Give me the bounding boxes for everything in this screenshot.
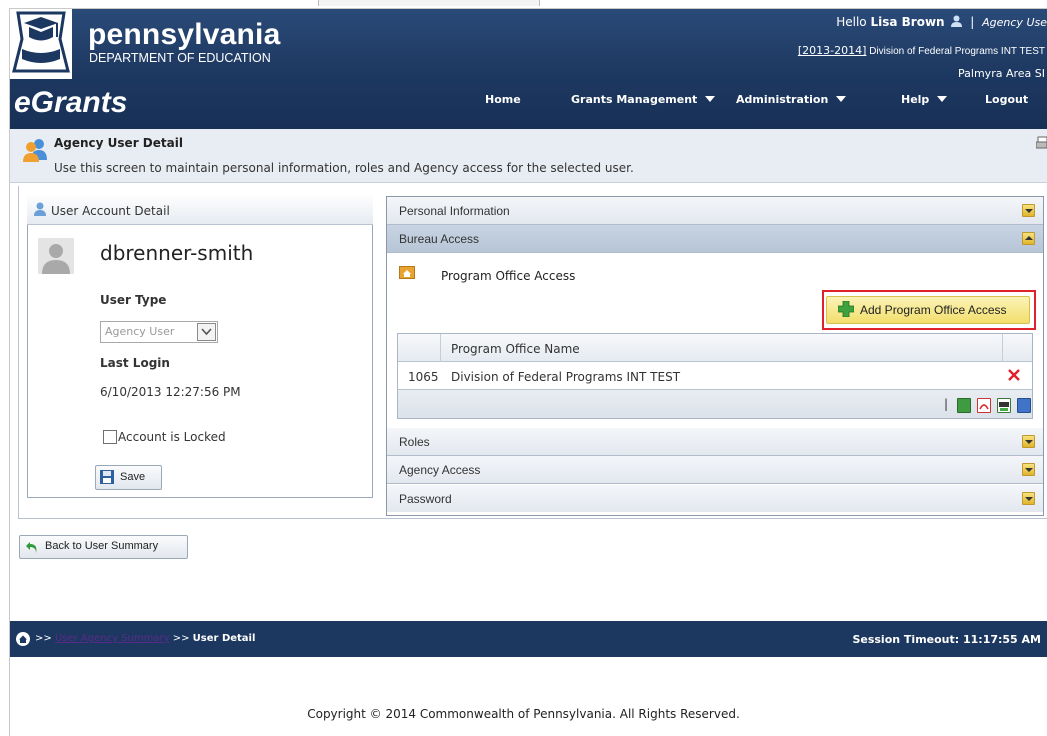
- plus-icon: [837, 300, 855, 318]
- fiscal-year-link[interactable]: [2013-2014]: [798, 44, 867, 57]
- expand-icon[interactable]: [1022, 435, 1035, 448]
- district-name: Palmyra Area SI: [958, 67, 1045, 80]
- export-csv-icon[interactable]: [997, 398, 1011, 413]
- avatar: [38, 238, 74, 274]
- session-timeout: Session Timeout: 11:17:55 AM: [852, 633, 1041, 646]
- greeting-separator: |: [970, 15, 975, 29]
- account-locked-label: Account is Locked: [118, 430, 226, 444]
- save-button-label: Save: [120, 471, 146, 483]
- account-locked-checkbox[interactable]: [103, 430, 117, 444]
- user-type-value: Agency User: [105, 325, 175, 338]
- accordion-agency-label: Agency Access: [399, 463, 481, 477]
- chevron-down-icon: [705, 96, 716, 102]
- export-word-icon[interactable]: [1017, 398, 1031, 413]
- program-office-access-title: Program Office Access: [441, 269, 576, 283]
- back-arrow-icon: [25, 540, 39, 554]
- home-folder-icon: [399, 266, 415, 279]
- user-type-label: User Type: [100, 293, 167, 307]
- division-info: [2013-2014] Division of Federal Programs…: [798, 44, 1045, 57]
- expand-icon[interactable]: [1022, 204, 1035, 217]
- breadcrumb: >> User Agency Summary >> User Detail: [35, 633, 255, 644]
- chevron-down-icon: [937, 96, 948, 102]
- last-login-value: 6/10/2013 12:27:56 PM: [100, 385, 241, 399]
- add-program-office-access-label: Add Program Office Access: [860, 303, 1007, 317]
- nav-grants-management[interactable]: Grants Management: [571, 93, 716, 106]
- nav-logout[interactable]: Logout: [985, 93, 1028, 106]
- nav-admin-label: Administration: [736, 93, 829, 106]
- export-excel-icon[interactable]: [957, 398, 971, 413]
- collapse-icon[interactable]: [1022, 232, 1035, 245]
- chevron-down-icon[interactable]: [197, 323, 216, 341]
- nav-home[interactable]: Home: [485, 93, 521, 106]
- grid-footer: [398, 389, 1032, 418]
- accordion-agency-access[interactable]: Agency Access: [387, 456, 1043, 484]
- logo-wordmark: pennsylvania: [88, 18, 281, 51]
- row-id: 1065: [408, 370, 439, 384]
- user-account-panel-title: User Account Detail: [51, 204, 170, 218]
- browser-left-edge: [0, 8, 10, 736]
- nav-home-label: Home: [485, 93, 521, 106]
- last-login-label: Last Login: [100, 356, 170, 370]
- user-greeting: Hello Lisa Brown | Agency Use: [836, 15, 1047, 29]
- row-name: Division of Federal Programs INT TEST: [451, 370, 681, 384]
- expand-icon[interactable]: [1022, 463, 1035, 476]
- column-header-program-office-name[interactable]: Program Office Name: [451, 342, 580, 356]
- breadcrumb-current: User Detail: [192, 633, 256, 644]
- floppy-icon: [100, 470, 114, 484]
- nav-grants-label: Grants Management: [571, 93, 698, 106]
- keystone-logo[interactable]: [10, 9, 72, 79]
- division-name: Division of Federal Programs INT TEST: [869, 46, 1045, 57]
- table-row: 1065 Division of Federal Programs INT TE…: [398, 362, 1032, 389]
- accordion-personal-information[interactable]: Personal Information: [387, 197, 1043, 225]
- accordion-bureau-label: Bureau Access: [399, 232, 480, 246]
- nav-logout-label: Logout: [985, 93, 1029, 106]
- page-description: Use this screen to maintain personal inf…: [54, 161, 634, 175]
- delete-icon[interactable]: [1007, 368, 1021, 382]
- expand-icon[interactable]: [1022, 492, 1035, 505]
- users-icon: [23, 138, 49, 162]
- breadcrumb-separator: >>: [172, 633, 190, 644]
- export-pdf-icon[interactable]: [977, 398, 991, 413]
- browser-tab[interactable]: [318, 0, 540, 6]
- nav-administration[interactable]: Administration: [736, 93, 847, 106]
- breadcrumb-link-user-agency-summary[interactable]: User Agency Summary: [55, 633, 170, 644]
- accordion-personal-label: Personal Information: [399, 204, 510, 218]
- back-to-user-summary-button[interactable]: Back to User Summary: [19, 535, 188, 559]
- accordion-password[interactable]: Password: [387, 485, 1043, 512]
- greeting-prefix: Hello: [836, 15, 867, 29]
- home-icon[interactable]: [16, 632, 30, 646]
- accordion-bureau-access[interactable]: Bureau Access: [387, 225, 1043, 253]
- accordion-password-label: Password: [399, 492, 452, 506]
- app-title: eGrants: [14, 86, 128, 119]
- accordion-roles[interactable]: Roles: [387, 428, 1043, 456]
- user-icon: [951, 15, 963, 27]
- user-role: Agency Use: [982, 16, 1047, 29]
- footer-separator: |: [944, 397, 949, 411]
- user-type-select[interactable]: Agency User: [100, 321, 218, 343]
- chevron-down-icon: [836, 96, 847, 102]
- logo-department: DEPARTMENT OF EDUCATION: [89, 51, 271, 65]
- print-icon[interactable]: [1035, 136, 1047, 150]
- user-icon: [34, 202, 46, 216]
- user-name-link[interactable]: Lisa Brown: [870, 15, 944, 29]
- page-title: Agency User Detail: [54, 136, 183, 150]
- copyright: Copyright © 2014 Commonwealth of Pennsyl…: [307, 707, 740, 721]
- save-button[interactable]: Save: [95, 465, 162, 490]
- nav-help[interactable]: Help: [901, 93, 948, 106]
- accordion-roles-label: Roles: [399, 435, 430, 449]
- add-program-office-access-button[interactable]: Add Program Office Access: [826, 296, 1030, 324]
- username: dbrenner-smith: [100, 241, 254, 265]
- nav-help-label: Help: [901, 93, 930, 106]
- back-button-label: Back to User Summary: [45, 540, 159, 552]
- breadcrumb-separator: >>: [35, 633, 52, 644]
